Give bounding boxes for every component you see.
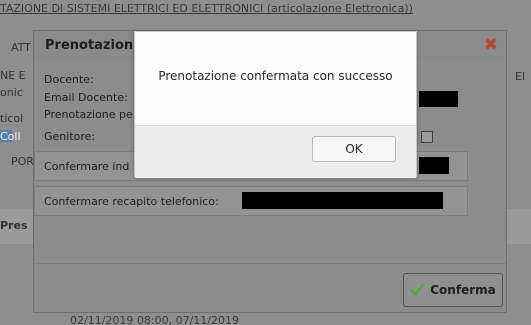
background-fragment: El xyxy=(515,70,526,83)
modal-footer-divider xyxy=(34,263,506,264)
docente-label: Docente: xyxy=(44,73,94,86)
background-fragment: NE E xyxy=(0,69,26,82)
ok-button[interactable]: OK xyxy=(312,136,396,162)
email-docente-value-redacted xyxy=(419,91,458,107)
background-fragment: Coll xyxy=(0,130,21,143)
confirm-address-label: Confermare ind xyxy=(44,160,130,173)
confirm-button-label: Conferma xyxy=(430,283,496,297)
background-title: TAZIONE DI SISTEMI ELETTRICI ED ELETTRON… xyxy=(0,2,413,15)
confirm-phone-input[interactable] xyxy=(242,192,443,209)
check-icon xyxy=(410,284,425,296)
genitore-checkbox[interactable] xyxy=(421,131,433,143)
confirm-phone-label: Confermare recapito telefonico: xyxy=(44,195,219,208)
alert-message: Prenotazione confermata con successo xyxy=(158,69,393,83)
genitore-label: Genitore: xyxy=(44,130,96,143)
alert-dialog: Prenotazione confermata con successo OK xyxy=(134,31,417,178)
background-fragment: ATT xyxy=(11,41,31,54)
background-bottom-text: 02/11/2019 08:00, 07/11/2019 xyxy=(70,314,239,325)
close-icon[interactable]: ✖ xyxy=(484,35,498,55)
email-docente-label: Email Docente: xyxy=(44,91,128,104)
screen: TAZIONE DI SISTEMI ELETTRICI ED ELETTRON… xyxy=(0,0,531,325)
prenotazione-label: Prenotazione pe xyxy=(44,108,133,121)
background-fragment: Pres xyxy=(0,219,28,232)
alert-footer: OK xyxy=(135,125,416,178)
background-fragment: onic xyxy=(0,86,23,99)
background-fragment: POR xyxy=(11,155,34,168)
background-fragment: ticol xyxy=(0,112,24,125)
confirm-button[interactable]: Conferma xyxy=(403,273,503,307)
modal-title: Prenotazion xyxy=(45,38,134,53)
confirm-address-input[interactable] xyxy=(419,157,449,174)
